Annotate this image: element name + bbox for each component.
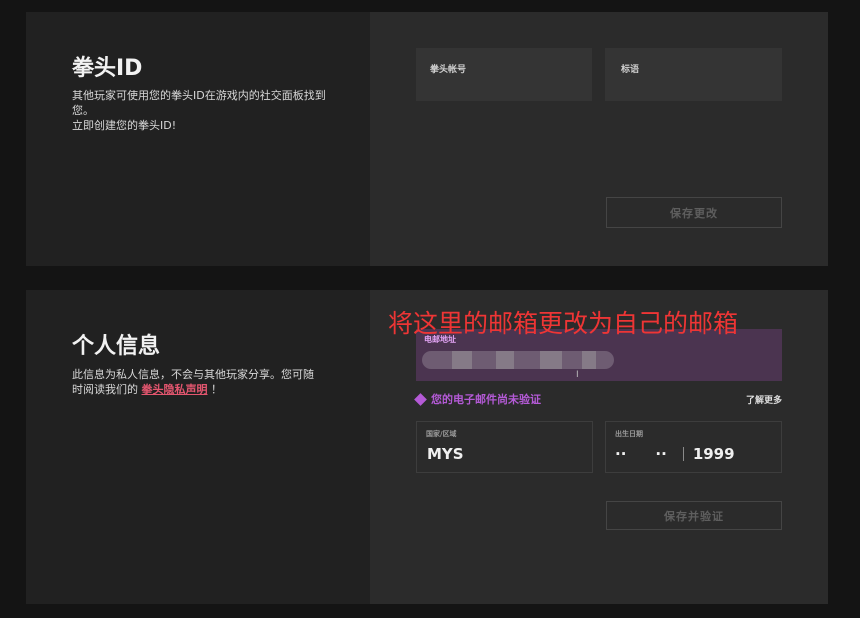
riot-id-description-line1: 其他玩家可使用您的拳头ID在游戏内的社交面板找到您。 xyxy=(72,89,326,117)
email-value-redacted xyxy=(422,351,614,369)
save-changes-button[interactable]: 保存更改 xyxy=(606,197,782,228)
dob-year[interactable]: 1999 xyxy=(693,445,735,463)
country-field: 国家/区域 MYS xyxy=(416,421,593,473)
text-cursor-icon: Ⅰ xyxy=(576,370,579,380)
riot-id-form-panel: 拳头帐号 标语 保存更改 xyxy=(370,12,828,266)
dob-month[interactable]: ·· xyxy=(655,445,666,463)
annotation-overlay-text: 将这里的邮箱更改为自己的邮箱 xyxy=(388,309,739,338)
personal-info-panel: 个人信息 此信息为私人信息，不会与其他玩家分享。您可随时阅读我们的 拳头隐私声明… xyxy=(26,290,370,604)
email-warning-text: 您的电子邮件尚未验证 xyxy=(431,393,541,406)
date-of-birth-field[interactable]: 出生日期 ·· ·· 1999 xyxy=(605,421,782,473)
tagline-input[interactable]: 标语 xyxy=(605,48,782,101)
save-and-verify-button[interactable]: 保存并验证 xyxy=(606,501,782,530)
tagline-label: 标语 xyxy=(621,65,640,75)
personal-info-title: 个人信息 xyxy=(72,334,161,359)
riot-id-info-panel: 拳头ID 其他玩家可使用您的拳头ID在游戏内的社交面板找到您。 立即创建您的拳头… xyxy=(26,12,370,266)
dob-label: 出生日期 xyxy=(615,430,643,438)
riot-account-label: 拳头帐号 xyxy=(430,65,467,75)
personal-info-description: 此信息为私人信息，不会与其他玩家分享。您可随时阅读我们的 拳头隐私声明 ！ xyxy=(72,367,322,397)
personal-info-description-end: ！ xyxy=(211,383,222,396)
learn-more-link[interactable]: 了解更多 xyxy=(746,393,782,406)
privacy-policy-link[interactable]: 拳头隐私声明 xyxy=(142,383,208,396)
country-value: MYS xyxy=(427,445,464,463)
dob-values: ·· ·· 1999 xyxy=(615,445,735,463)
riot-id-card: 拳头ID 其他玩家可使用您的拳头ID在游戏内的社交面板找到您。 立即创建您的拳头… xyxy=(26,12,828,266)
dob-day[interactable]: ·· xyxy=(615,445,626,463)
riot-id-description: 其他玩家可使用您的拳头ID在游戏内的社交面板找到您。 立即创建您的拳头ID! xyxy=(72,88,332,133)
riot-id-description-line2: 立即创建您的拳头ID! xyxy=(72,119,177,132)
riot-account-input[interactable]: 拳头帐号 xyxy=(416,48,592,101)
email-unverified-warning: 您的电子邮件尚未验证 xyxy=(414,391,541,407)
warning-icon xyxy=(414,392,427,406)
riot-id-title: 拳头ID xyxy=(72,56,143,81)
country-label: 国家/区域 xyxy=(426,430,457,438)
